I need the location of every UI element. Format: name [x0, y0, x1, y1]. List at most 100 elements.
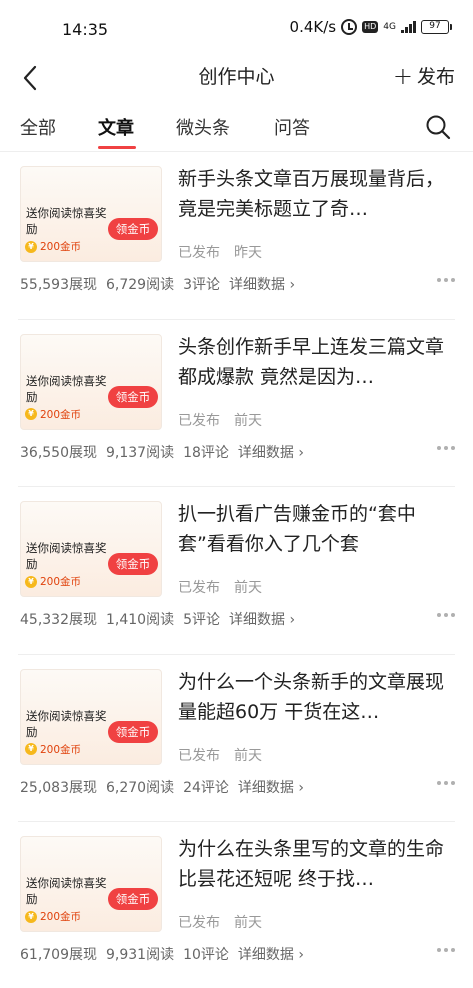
search-icon[interactable] [425, 114, 451, 140]
tab-articles[interactable]: 文章 [98, 114, 134, 140]
detail-data-link[interactable]: 详细数据 › [238, 944, 304, 964]
impressions-count: 36,550展现 [20, 444, 97, 461]
article-thumbnail[interactable]: 送你阅读惊喜奖励 ¥ 200金币 领金币 [20, 836, 162, 932]
reads-count: 9,137阅读 [106, 444, 175, 461]
article-item[interactable]: 送你阅读惊喜奖励 ¥ 200金币 领金币 为什么在头条里写的文章的生命比昙花还短… [18, 822, 455, 988]
publish-label: 发布 [416, 66, 455, 88]
article-item[interactable]: 送你阅读惊喜奖励 ¥ 200金币 领金币 头条创作新手早上连发三篇文章都成爆款 … [18, 320, 455, 487]
tab-qa[interactable]: 问答 [274, 114, 310, 140]
tab-all[interactable]: 全部 [20, 114, 56, 140]
publish-time: 前天 [234, 412, 262, 429]
publish-time: 前天 [234, 915, 262, 931]
publish-status: 已发布 [178, 245, 220, 261]
network-type: 4G [383, 21, 396, 32]
comments-count: 24评论 [183, 779, 229, 796]
article-title[interactable]: 为什么在头条里写的文章的生命比昙花还短呢 终于找… [178, 834, 448, 894]
coin-icon: ¥ [25, 743, 37, 755]
article-stats: 55,593展现 6,729阅读 3评论 详细数据 › [20, 274, 295, 294]
coin-amount: 200金币 [40, 743, 82, 756]
article-title[interactable]: 新手头条文章百万展现量背后，竟是完美标题立了奇… [178, 164, 448, 224]
claim-coins-button[interactable]: 领金币 [108, 218, 158, 240]
impressions-count: 45,332展现 [20, 612, 97, 628]
article-item[interactable]: 送你阅读惊喜奖励 ¥ 200金币 领金币 扒一扒看广告赚金币的“套中套”看看你入… [18, 487, 455, 655]
more-options-icon[interactable] [437, 278, 455, 282]
reads-count: 9,931阅读 [106, 947, 175, 963]
thumbnail-promo-text: 送你阅读惊喜奖励 [26, 541, 107, 571]
reads-count: 1,410阅读 [106, 612, 175, 628]
more-options-icon[interactable] [437, 613, 455, 617]
coin-reward: ¥ 200金币 [25, 407, 81, 422]
article-stats: 61,709展现 9,931阅读 10评论 详细数据 › [20, 944, 304, 964]
article-thumbnail[interactable]: 送你阅读惊喜奖励 ¥ 200金币 领金币 [20, 333, 162, 430]
publish-status: 已发布 [178, 580, 220, 596]
more-options-icon[interactable] [437, 780, 455, 785]
coin-amount: 200金币 [40, 911, 82, 923]
article-title[interactable]: 头条创作新手早上连发三篇文章都成爆款 竟然是因为… [178, 332, 448, 392]
claim-coins-button[interactable]: 领金币 [108, 720, 158, 743]
article-title[interactable]: 为什么一个头条新手的文章展现量能超60万 干货在这… [178, 667, 448, 727]
article-item[interactable]: 送你阅读惊喜奖励 ¥ 200金币 领金币 为什么一个头条新手的文章展现量能超60… [18, 655, 455, 822]
hd-icon: HD [362, 21, 379, 33]
coin-icon: ¥ [25, 910, 37, 923]
status-icons: 0.4K/s HD 4G 97 [289, 18, 452, 36]
claim-coins-button[interactable]: 领金币 [108, 385, 158, 408]
detail-data-link[interactable]: 详细数据 › [229, 274, 295, 294]
net-speed: 0.4K/s [289, 18, 337, 36]
detail-data-link[interactable]: 详细数据 › [229, 609, 295, 629]
article-meta: 已发布 前天 [178, 577, 262, 597]
coin-reward: ¥ 200金币 [25, 239, 81, 254]
article-thumbnail[interactable]: 送你阅读惊喜奖励 ¥ 200金币 领金币 [20, 668, 162, 765]
publish-status: 已发布 [178, 747, 220, 764]
plus-icon: + [392, 61, 413, 90]
article-thumbnail[interactable]: 送你阅读惊喜奖励 ¥ 200金币 领金币 [20, 501, 162, 597]
status-bar: 14:35 0.4K/s HD 4G 97 [0, 0, 473, 58]
more-options-icon[interactable] [437, 445, 455, 450]
coin-amount: 200金币 [40, 408, 82, 421]
coin-icon: ¥ [25, 408, 37, 420]
publish-status: 已发布 [178, 915, 220, 931]
comments-count: 18评论 [183, 444, 229, 461]
comments-count: 3评论 [183, 277, 221, 293]
claim-coins-button[interactable]: 领金币 [108, 888, 158, 910]
article-stats: 25,083展现 6,270阅读 24评论 详细数据 › [20, 777, 304, 797]
coin-icon: ¥ [25, 575, 37, 588]
thumbnail-promo-text: 送你阅读惊喜奖励 [26, 876, 107, 906]
coin-amount: 200金币 [40, 241, 82, 253]
more-options-icon[interactable] [437, 948, 455, 952]
claim-coins-button[interactable]: 领金币 [108, 553, 158, 575]
detail-data-link[interactable]: 详细数据 › [238, 777, 304, 797]
publish-button[interactable]: + 发布 [393, 62, 455, 89]
article-thumbnail[interactable]: 送你阅读惊喜奖励 ¥ 200金币 领金币 [20, 166, 162, 262]
tab-micro-posts[interactable]: 微头条 [176, 114, 230, 140]
detail-data-link[interactable]: 详细数据 › [238, 442, 304, 462]
coin-reward: ¥ 200金币 [25, 574, 81, 589]
publish-time: 昨天 [234, 245, 262, 261]
comments-count: 10评论 [183, 947, 229, 963]
impressions-count: 55,593展现 [20, 277, 97, 293]
reads-count: 6,270阅读 [106, 779, 175, 796]
alarm-icon [341, 19, 358, 35]
coin-icon: ¥ [25, 240, 37, 253]
article-meta: 已发布 前天 [178, 912, 262, 932]
coin-reward: ¥ 200金币 [25, 909, 81, 924]
article-meta: 已发布 前天 [178, 745, 262, 765]
impressions-count: 61,709展现 [20, 947, 97, 963]
signal-icon [401, 21, 416, 33]
article-meta: 已发布 昨天 [178, 242, 262, 262]
article-title[interactable]: 扒一扒看广告赚金币的“套中套”看看你入了几个套 [178, 499, 448, 559]
back-icon[interactable] [18, 64, 46, 92]
article-list: 送你阅读惊喜奖励 ¥ 200金币 领金币 新手头条文章百万展现量背后，竟是完美标… [0, 152, 473, 988]
article-item[interactable]: 送你阅读惊喜奖励 ¥ 200金币 领金币 新手头条文章百万展现量背后，竟是完美标… [18, 152, 455, 320]
publish-time: 前天 [234, 747, 262, 764]
publish-time: 前天 [234, 580, 262, 596]
thumbnail-promo-text: 送你阅读惊喜奖励 [26, 206, 107, 236]
coin-reward: ¥ 200金币 [25, 742, 81, 757]
battery-icon: 97 [421, 20, 452, 34]
active-tab-indicator [98, 146, 136, 149]
publish-status: 已发布 [178, 412, 220, 429]
thumbnail-promo-text: 送你阅读惊喜奖励 [26, 708, 107, 739]
impressions-count: 25,083展现 [20, 779, 97, 796]
thumbnail-promo-text: 送你阅读惊喜奖励 [26, 373, 107, 404]
tab-bar: 全部 文章 微头条 问答 [0, 100, 473, 152]
article-meta: 已发布 前天 [178, 410, 262, 430]
